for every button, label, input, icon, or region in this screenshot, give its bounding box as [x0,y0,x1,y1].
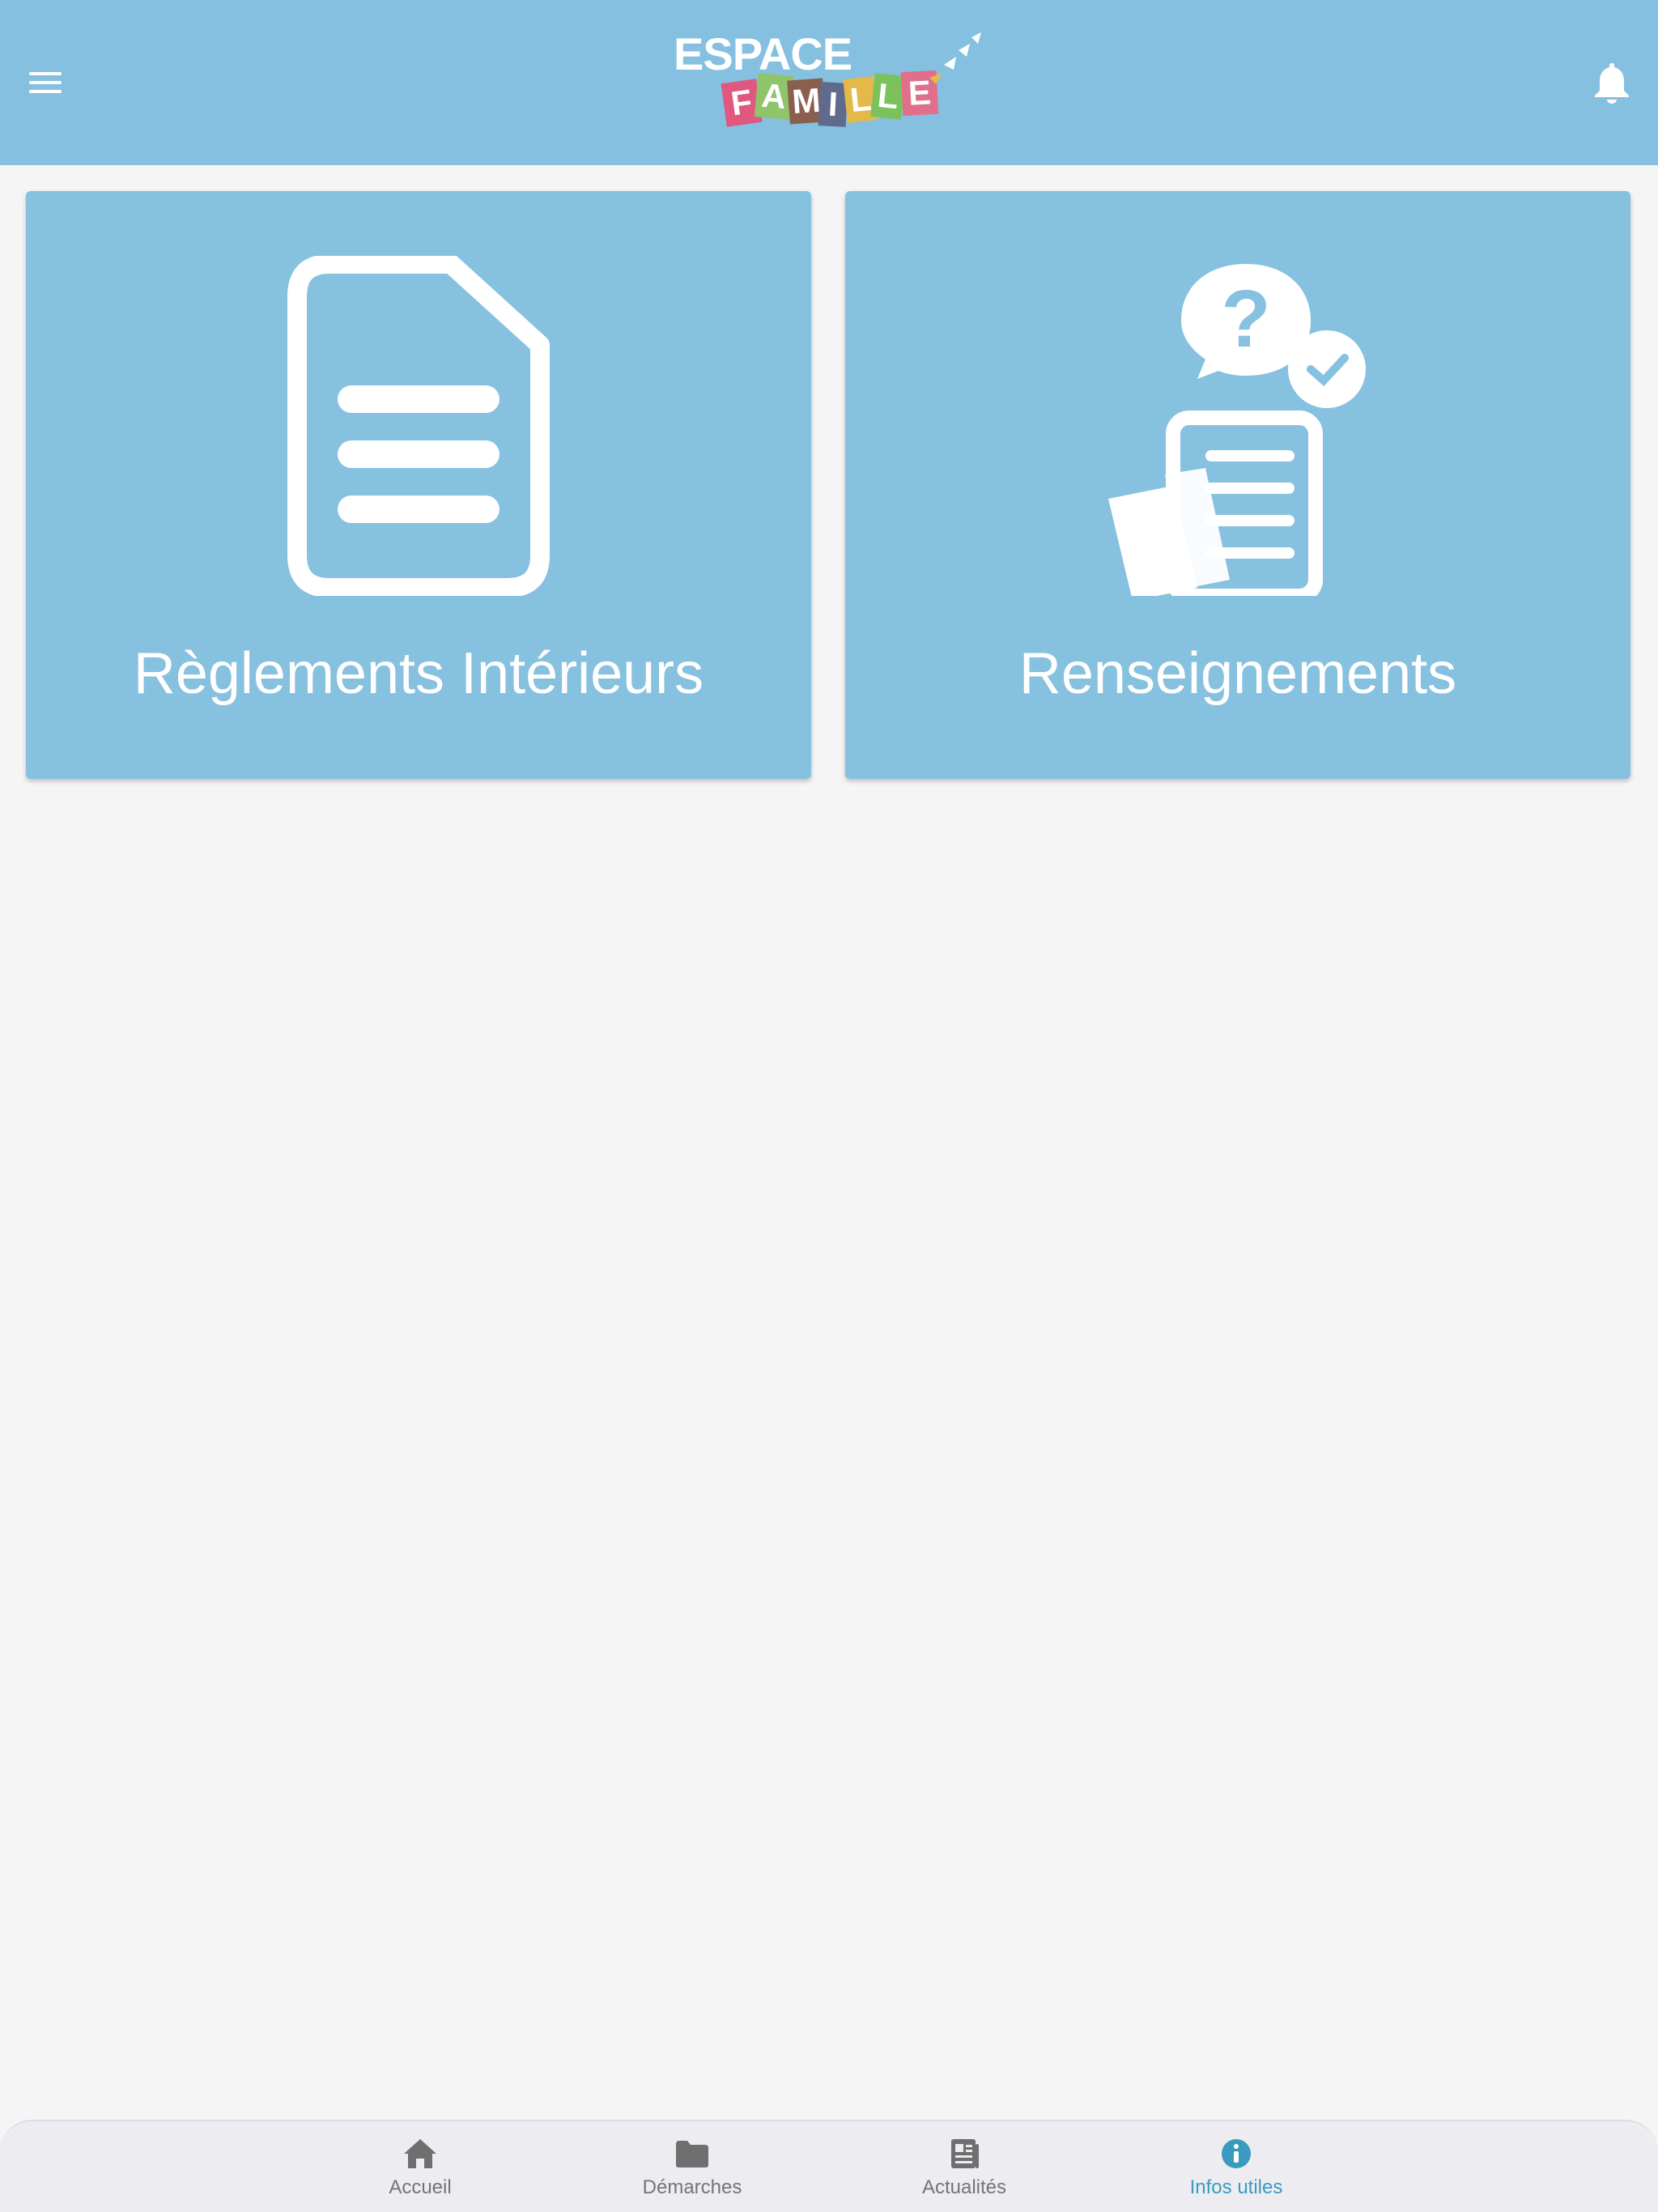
menu-button[interactable] [24,58,66,107]
tab-accueil[interactable]: Accueil [331,2136,509,2206]
tab-demarches[interactable]: Démarches [603,2136,781,2206]
logo-famille-letters: F A M I L L E [721,70,939,144]
home-icon [402,2136,439,2172]
bell-icon [1595,63,1629,104]
svg-text:?: ? [1221,274,1270,364]
tab-actualites[interactable]: Actualités [875,2136,1053,2206]
card-title: Renseignements [1018,641,1457,706]
info-icon [1218,2136,1255,2172]
app-screen: ESPACE F A M I L L E Règlements Intérieu… [0,0,1658,2212]
card-renseignements[interactable]: ? Renseignements [845,191,1630,779]
tab-label: Actualités [921,2176,1007,2198]
notifications-button[interactable] [1587,57,1637,108]
card-reglements-interieurs[interactable]: Règlements Intérieurs [26,191,811,779]
espace-famille-logo: ESPACE F A M I L L E [669,24,993,130]
newspaper-icon [946,2136,983,2172]
tab-label: Démarches [642,2176,742,2198]
tab-infos-utiles[interactable]: Infos utiles [1147,2136,1325,2206]
document-icon [287,256,550,596]
app-header: ESPACE F A M I L L E [0,0,1658,165]
logo-birds-decoration [929,32,981,84]
documents-question-icon: ? [1108,264,1366,596]
card-title: Règlements Intérieurs [133,641,704,706]
tab-label: Infos utiles [1189,2176,1283,2198]
folder-icon [674,2136,711,2172]
bottom-tab-bar: Accueil Démarches Actualités Infos utile… [0,2120,1658,2212]
tab-label: Accueil [389,2176,452,2198]
hamburger-menu-icon [29,72,62,93]
